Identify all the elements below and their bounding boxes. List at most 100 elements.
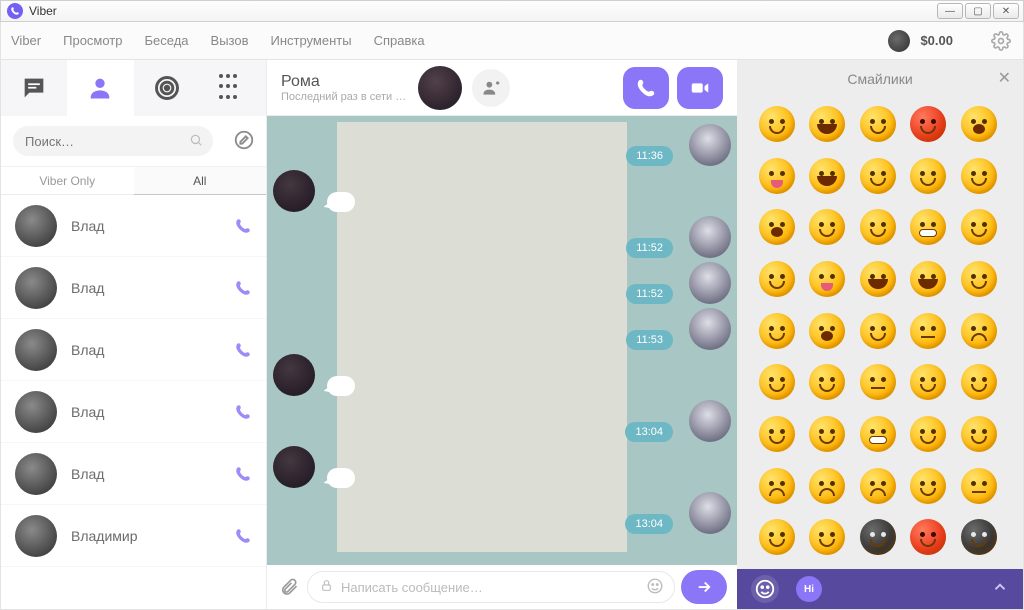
message-bubble[interactable] [327, 468, 355, 488]
window-maximize-button[interactable]: ▢ [965, 3, 991, 19]
emoji-item[interactable] [957, 464, 1001, 508]
emoji-collapse-button[interactable] [991, 578, 1009, 601]
chat-peer-avatar[interactable] [418, 66, 462, 110]
emoji-item[interactable] [755, 154, 799, 198]
contact-item[interactable]: Влад [1, 257, 266, 319]
emoji-item[interactable] [755, 257, 799, 301]
emoji-item[interactable] [805, 515, 849, 559]
message-input-wrapper[interactable]: Написать сообщение… [307, 571, 675, 603]
emoji-panel-close-button[interactable]: ✕ [998, 68, 1011, 88]
contact-item[interactable]: Влад [1, 319, 266, 381]
emoji-item[interactable] [957, 154, 1001, 198]
emoji-item[interactable] [805, 205, 849, 249]
emoji-item[interactable] [957, 257, 1001, 301]
emoji-face-icon [961, 261, 997, 297]
window-close-button[interactable]: ✕ [993, 3, 1019, 19]
emoji-item[interactable] [906, 205, 950, 249]
tab-public[interactable] [134, 60, 200, 116]
message-list[interactable]: 11:3611:5211:5211:5313:0413:04 [267, 116, 737, 565]
emoji-item[interactable] [957, 360, 1001, 404]
tab-dialer[interactable] [200, 60, 266, 116]
emoji-item[interactable] [856, 154, 900, 198]
menu-view[interactable]: Просмотр [63, 33, 122, 48]
emoji-item[interactable] [805, 464, 849, 508]
voice-call-button[interactable] [623, 67, 669, 109]
contact-name: Влад [71, 466, 234, 482]
emoji-item[interactable] [906, 360, 950, 404]
contact-item[interactable]: Влад [1, 381, 266, 443]
message-bubble[interactable] [327, 192, 355, 212]
emoji-item[interactable] [856, 102, 900, 146]
emoji-item[interactable] [755, 102, 799, 146]
emoji-item[interactable] [957, 412, 1001, 456]
emoji-item[interactable] [755, 515, 799, 559]
balance-label[interactable]: $0.00 [920, 33, 953, 48]
menu-viber[interactable]: Viber [11, 33, 41, 48]
settings-button[interactable] [989, 29, 1013, 53]
emoji-item[interactable] [906, 102, 950, 146]
emoji-item[interactable] [856, 205, 900, 249]
emoji-item[interactable] [856, 257, 900, 301]
compose-button[interactable] [233, 129, 255, 153]
emoji-face-icon [809, 158, 845, 194]
filter-viber-only[interactable]: Viber Only [1, 167, 134, 195]
emoji-item[interactable] [906, 154, 950, 198]
emoji-item[interactable] [856, 360, 900, 404]
menu-help[interactable]: Справка [374, 33, 425, 48]
message-time: 13:04 [625, 514, 673, 534]
emoji-item[interactable] [856, 464, 900, 508]
emoji-item[interactable] [957, 515, 1001, 559]
emoji-item[interactable] [906, 464, 950, 508]
emoji-item[interactable] [805, 257, 849, 301]
emoji-toggle-button[interactable] [646, 577, 664, 598]
contact-item[interactable]: Владимир [1, 505, 266, 567]
menu-chat[interactable]: Беседа [145, 33, 189, 48]
menubar: Viber Просмотр Беседа Вызов Инструменты … [0, 22, 1024, 60]
emoji-face-icon [860, 106, 896, 142]
emoji-category-smileys[interactable] [751, 575, 779, 603]
emoji-item[interactable] [755, 309, 799, 353]
emoji-item[interactable] [856, 515, 900, 559]
message-bubble[interactable] [327, 376, 355, 396]
emoji-item[interactable] [805, 154, 849, 198]
keypad-icon [219, 74, 247, 102]
emoji-item[interactable] [755, 360, 799, 404]
emoji-item[interactable] [957, 309, 1001, 353]
menu-tools[interactable]: Инструменты [271, 33, 352, 48]
search-input-wrapper[interactable] [13, 126, 213, 156]
contact-item[interactable]: Влад [1, 443, 266, 505]
emoji-item[interactable] [755, 205, 799, 249]
emoji-item[interactable] [957, 102, 1001, 146]
emoji-item[interactable] [906, 257, 950, 301]
emoji-panel: Смайлики ✕ Hi [737, 60, 1023, 609]
emoji-item[interactable] [755, 412, 799, 456]
emoji-category-stickers[interactable]: Hi [795, 575, 823, 603]
tab-contacts[interactable] [67, 60, 133, 116]
window-minimize-button[interactable]: — [937, 3, 963, 19]
emoji-item[interactable] [906, 412, 950, 456]
filter-all[interactable]: All [134, 167, 267, 195]
emoji-item[interactable] [856, 412, 900, 456]
emoji-face-icon [961, 106, 997, 142]
attach-button[interactable] [277, 575, 301, 599]
chat-pane: Рома Последний раз в сети … 11:3611:5211… [267, 60, 737, 609]
menu-call[interactable]: Вызов [211, 33, 249, 48]
emoji-item[interactable] [805, 102, 849, 146]
emoji-item[interactable] [755, 464, 799, 508]
search-input[interactable] [25, 134, 201, 149]
tab-chats[interactable] [1, 60, 67, 116]
video-call-button[interactable] [677, 67, 723, 109]
emoji-item[interactable] [805, 412, 849, 456]
send-button[interactable] [681, 570, 727, 604]
emoji-item[interactable] [805, 309, 849, 353]
add-participant-button[interactable] [472, 69, 510, 107]
emoji-item[interactable] [856, 309, 900, 353]
emoji-item[interactable] [957, 205, 1001, 249]
current-user-avatar[interactable] [888, 30, 910, 52]
emoji-item[interactable] [906, 309, 950, 353]
emoji-item[interactable] [805, 360, 849, 404]
message-row: 11:53 [273, 308, 731, 350]
emoji-face-icon [860, 261, 896, 297]
emoji-item[interactable] [906, 515, 950, 559]
contact-item[interactable]: Влад [1, 195, 266, 257]
